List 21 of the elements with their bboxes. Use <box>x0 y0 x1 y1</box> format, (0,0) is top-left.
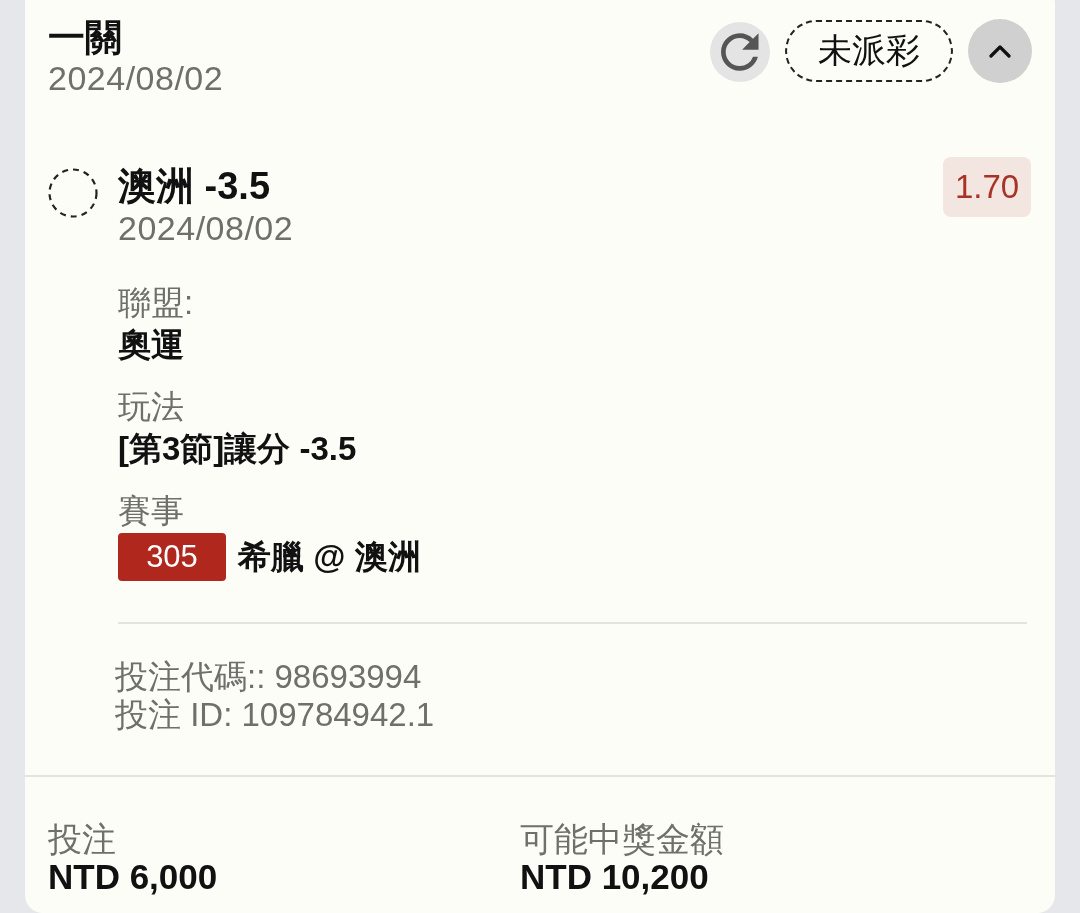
bet-reference: 投注 ID: 109784942.1 <box>115 696 436 734</box>
amount-value: NTD 6,000 <box>48 858 219 896</box>
amount-label: 可能中獎金額 <box>520 820 725 858</box>
refresh-icon <box>721 33 759 71</box>
amount-label: 投注 <box>48 820 117 858</box>
amount-value: NTD 10,200 <box>520 858 710 896</box>
bet-status: 未派彩 <box>785 20 953 82</box>
detail-label: 賽事 <box>118 491 185 531</box>
detail-label: 聯盟: <box>118 283 195 323</box>
selection-name: 澳洲 -3.5 <box>118 165 272 207</box>
detail-value: [第3節]讓分 -3.5 <box>118 429 358 469</box>
event-matchup: 希臘 @ 澳洲 <box>238 537 421 577</box>
refresh-button[interactable] <box>710 22 770 82</box>
odds-value: 1.70 <box>943 157 1031 217</box>
detail-value: 奧運 <box>118 325 185 365</box>
selection-date: 2024/08/02 <box>118 208 295 249</box>
bet-date: 2024/08/02 <box>48 58 224 98</box>
bet-reference: 投注代碼:: 98693994 <box>115 658 423 696</box>
bet-type-title: 一關 <box>48 18 123 58</box>
event-code: 305 <box>118 533 226 581</box>
detail-label: 玩法 <box>118 387 185 427</box>
